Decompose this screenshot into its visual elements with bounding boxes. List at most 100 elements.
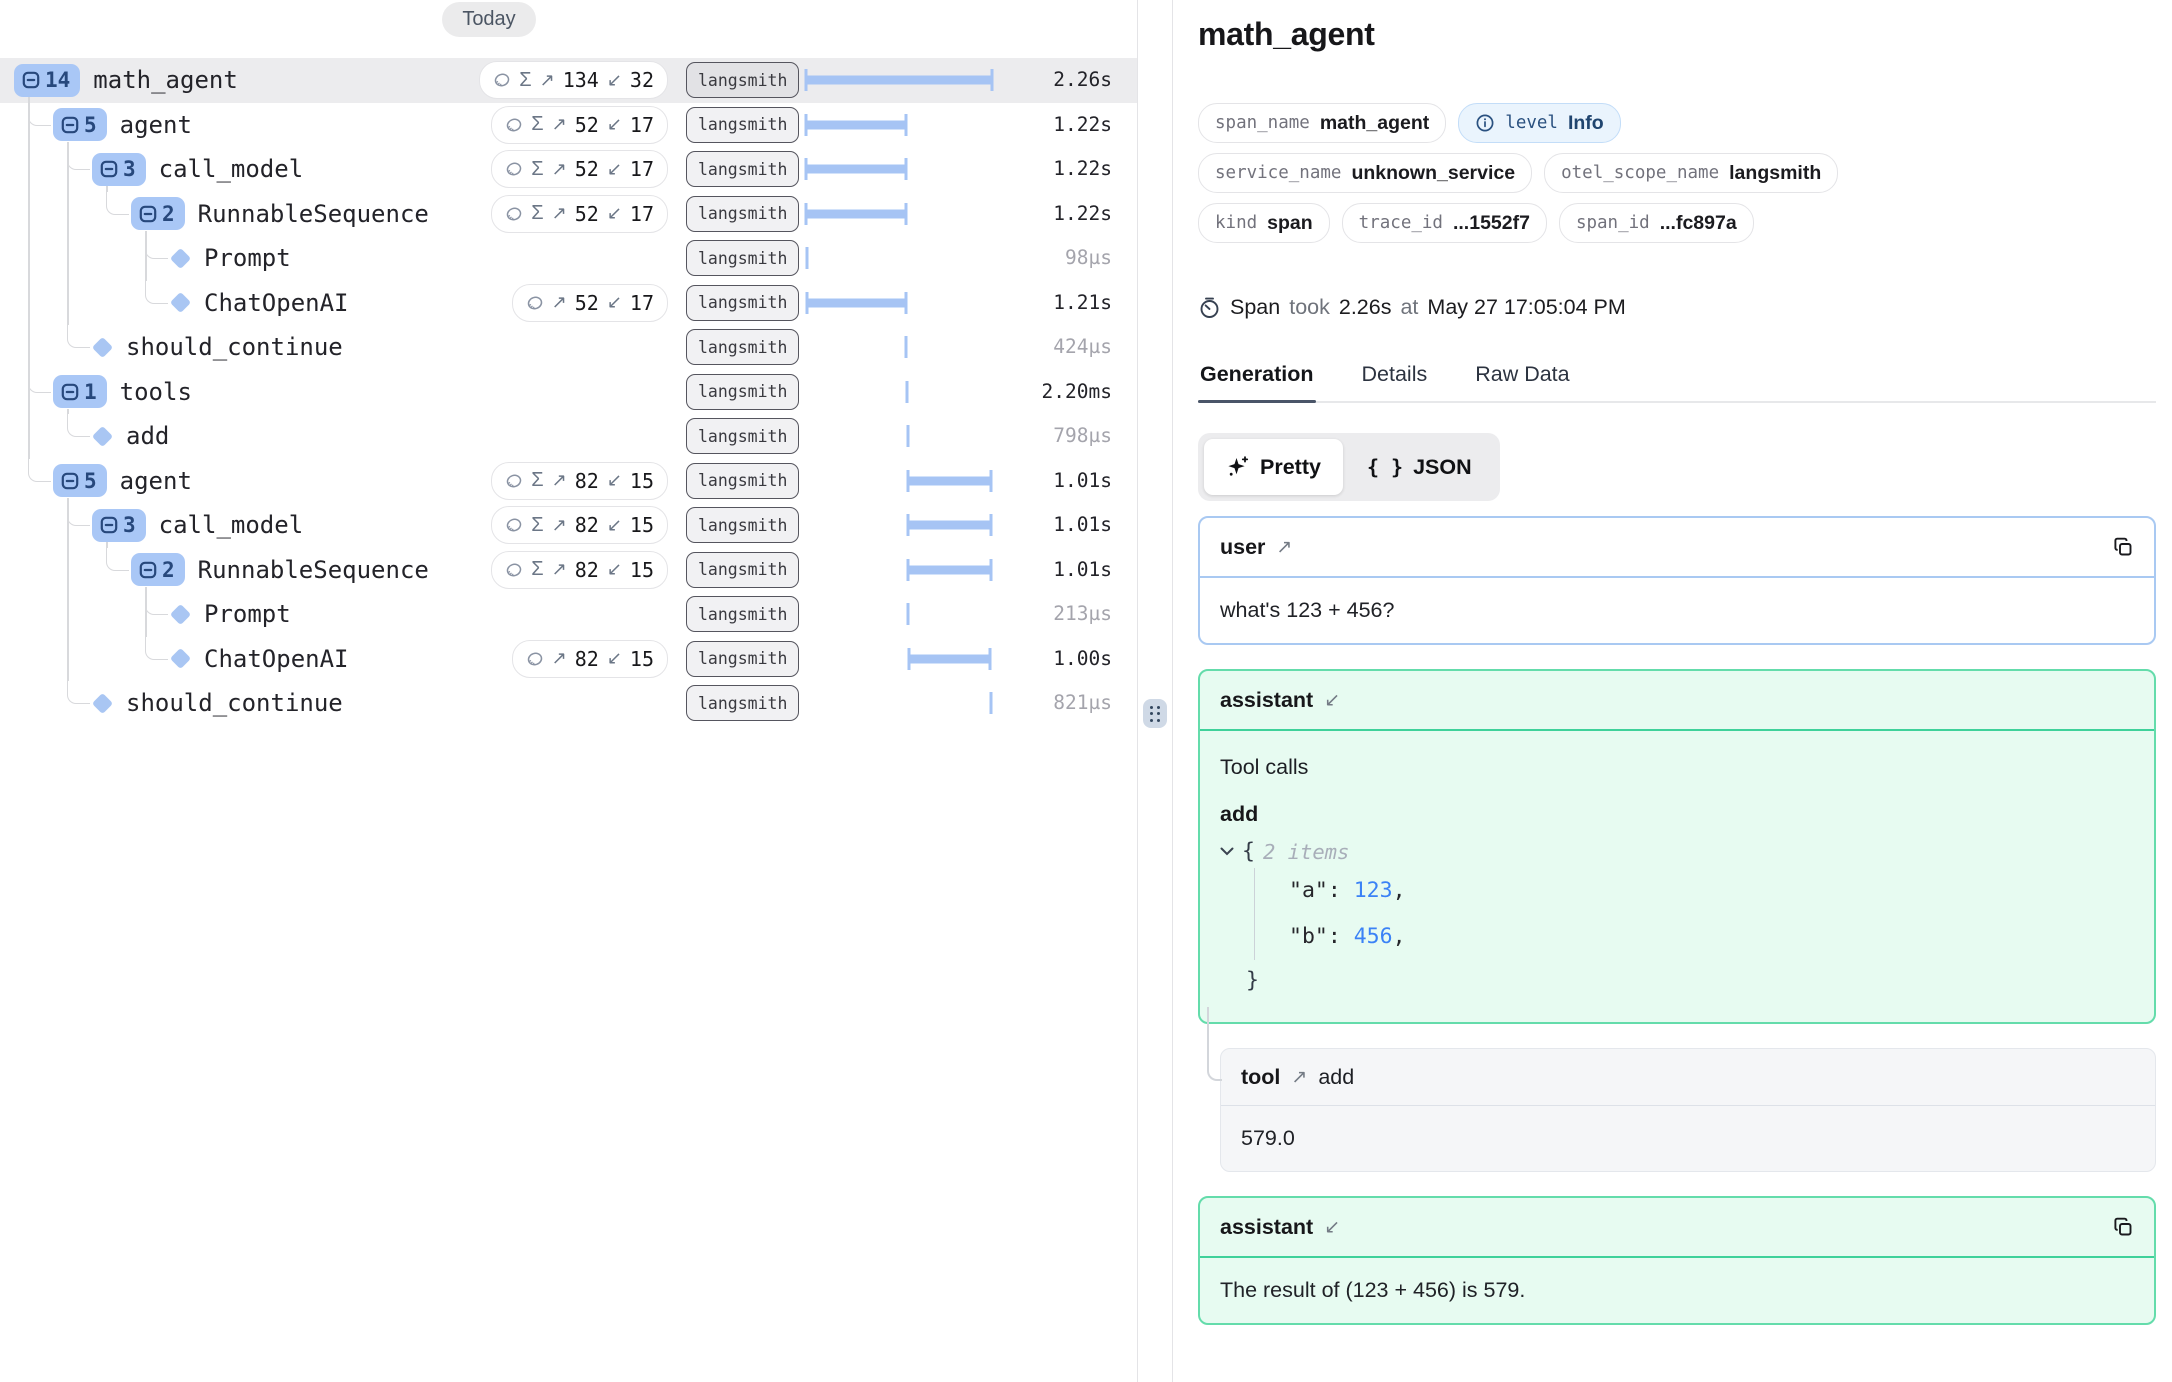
trace-row-label: 1tools (53, 370, 192, 415)
trace-row-label: 3call_model (92, 503, 303, 548)
trace-row-agent[interactable]: 5agentΣ↗52↙17langsmith1.22s (0, 103, 1137, 148)
tab-generation[interactable]: Generation (1198, 362, 1316, 401)
timing-duration: 2.26s (1339, 295, 1392, 320)
duration-bar (908, 565, 991, 574)
trace-row-tools[interactable]: 1toolslangsmith2.20ms (0, 370, 1137, 415)
tag-value: ...fc897a (1660, 212, 1737, 235)
duration-bar-endcap (905, 114, 908, 136)
tree-elbow-connector (145, 636, 168, 660)
resize-handle-icon[interactable] (1143, 699, 1167, 728)
tag-pill-trace_id[interactable]: trace_id...1552f7 (1342, 203, 1547, 243)
input-tokens-count: 52 (575, 157, 599, 181)
duration-text: 1.00s (1014, 637, 1112, 682)
duration-bar (806, 120, 906, 129)
duration-text: 1.01s (1014, 548, 1112, 593)
output-tokens-count: 15 (630, 513, 654, 537)
role-label: assistant (1220, 1215, 1313, 1240)
tag-value: math_agent (1320, 112, 1429, 135)
trace-row-ChatOpenAI[interactable]: ChatOpenAI↗52↙17langsmith1.21s (0, 281, 1137, 326)
trace-row-call_model[interactable]: 3call_modelΣ↗82↙15langsmith1.01s (0, 503, 1137, 548)
collapse-badge[interactable]: 3 (92, 509, 146, 542)
provider-badge: langsmith (686, 107, 799, 143)
tree-elbow-connector (67, 502, 90, 526)
sigma-icon: Σ (531, 113, 543, 136)
json-root-line[interactable]: { 2 items (1220, 839, 2134, 864)
trace-row-label: 14math_agent (14, 58, 238, 103)
tree-elbow-connector (145, 591, 168, 615)
tab-raw-data[interactable]: Raw Data (1473, 362, 1571, 401)
tag-pill-kind[interactable]: kindspan (1198, 203, 1330, 243)
trace-row-should_continue[interactable]: should_continuelangsmith821µs (0, 681, 1137, 726)
today-button[interactable]: Today (442, 2, 536, 37)
input-tokens-count: 52 (575, 113, 599, 137)
tree-elbow-connector (106, 191, 129, 215)
copy-button[interactable] (2112, 536, 2134, 558)
duration-bar-endcap (989, 559, 992, 581)
duration-bar (806, 76, 992, 85)
trace-row-Prompt[interactable]: Promptlangsmith213µs (0, 592, 1137, 637)
sigma-icon: Σ (519, 69, 531, 92)
collapse-badge[interactable]: 2 (131, 553, 185, 586)
collapse-badge[interactable]: 5 (53, 108, 107, 141)
tool-message-header: tool ↗ add (1221, 1049, 2155, 1106)
token-usage-pill: Σ↗82↙15 (491, 506, 668, 544)
trace-row-agent[interactable]: 5agentΣ↗82↙15langsmith1.01s (0, 459, 1137, 504)
trace-row-ChatOpenAI[interactable]: ChatOpenAI↗82↙15langsmith1.00s (0, 637, 1137, 682)
output-tokens-count: 17 (630, 157, 654, 181)
collapse-minus-icon (21, 70, 41, 90)
tag-value: langsmith (1729, 162, 1821, 185)
provider-badge: langsmith (686, 463, 799, 499)
duration-text: 2.20ms (1014, 370, 1112, 415)
token-usage-pill: Σ↗82↙15 (491, 551, 668, 589)
input-tokens-count: 82 (575, 513, 599, 537)
tag-pill-service_name[interactable]: service_nameunknown_service (1198, 153, 1532, 193)
user-message-card: user ↗ what's 123 + 456? (1198, 516, 2156, 645)
sigma-icon: Σ (531, 469, 543, 492)
duration-bar-endcap (989, 514, 992, 536)
collapse-badge[interactable]: 2 (131, 197, 185, 230)
sparkle-icon (1226, 455, 1250, 479)
input-tokens-count: 82 (575, 469, 599, 493)
span-detail-panel: math_agent span_namemath_agent levelInfo s… (1173, 0, 2172, 1382)
tag-pill-level[interactable]: levelInfo (1458, 103, 1620, 143)
span-name-text: call_model (159, 155, 304, 183)
collapse-badge[interactable]: 1 (53, 375, 107, 408)
tag-pill-span_id[interactable]: span_id...fc897a (1559, 203, 1754, 243)
duration-bar-startcap (805, 203, 808, 225)
duration-tick (905, 381, 908, 403)
open-brace: { (1242, 839, 1255, 864)
tree-elbow-connector (67, 680, 90, 704)
collapse-badge[interactable]: 14 (14, 64, 80, 97)
pretty-view-button[interactable]: Pretty (1204, 439, 1343, 495)
input-tokens-arrow-icon: ↗ (540, 70, 555, 91)
input-tokens-arrow-icon: ↗ (552, 292, 567, 313)
collapse-badge[interactable]: 3 (92, 153, 146, 186)
input-tokens-arrow-icon: ↗ (552, 648, 567, 669)
tag-pill-span_name[interactable]: span_namemath_agent (1198, 103, 1446, 143)
copy-button[interactable] (2112, 1216, 2134, 1238)
duration-text: 2.26s (1014, 58, 1112, 103)
trace-row-RunnableSequence[interactable]: 2RunnableSequenceΣ↗82↙15langsmith1.01s (0, 548, 1137, 593)
trace-row-should_continue[interactable]: should_continuelangsmith424µs (0, 325, 1137, 370)
trace-row-call_model[interactable]: 3call_modelΣ↗52↙17langsmith1.22s (0, 147, 1137, 192)
trace-row-add[interactable]: addlangsmith798µs (0, 414, 1137, 459)
input-tokens-count: 52 (575, 291, 599, 315)
output-tokens-count: 32 (630, 68, 654, 92)
tag-pill-otel_scope_name[interactable]: otel_scope_namelangsmith (1544, 153, 1838, 193)
tokens-coin-icon (505, 517, 523, 533)
trace-row-RunnableSequence[interactable]: 2RunnableSequenceΣ↗52↙17langsmith1.22s (0, 192, 1137, 237)
collapse-minus-icon (60, 471, 80, 491)
collapse-badge[interactable]: 5 (53, 464, 107, 497)
trace-row-math_agent[interactable]: 14math_agentΣ↗134↙32langsmith2.26s (0, 58, 1137, 103)
duration-text: 1.01s (1014, 459, 1112, 504)
token-usage-pill: Σ↗52↙17 (491, 195, 668, 233)
leaf-diamond-icon (92, 337, 113, 358)
trace-row-Prompt[interactable]: Promptlangsmith98µs (0, 236, 1137, 281)
tree-guide-line (67, 281, 69, 326)
json-view-button[interactable]: { } JSON (1345, 439, 1494, 495)
duration-waterfall-track (806, 414, 992, 459)
span-name-text: add (126, 422, 169, 450)
tree-guide-line (67, 637, 69, 682)
duration-waterfall-track (806, 103, 992, 148)
tab-details[interactable]: Details (1360, 362, 1430, 401)
